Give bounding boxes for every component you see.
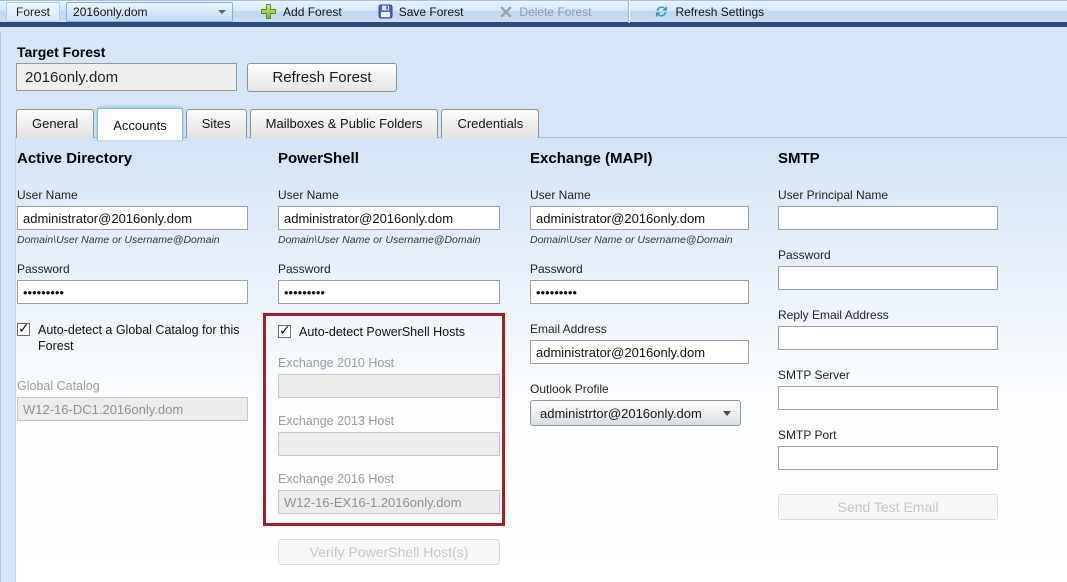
ps-autodetect-checkbox[interactable]: [278, 322, 291, 338]
tab-credentials[interactable]: Credentials: [441, 109, 540, 138]
verify-powershell-hosts-button[interactable]: Verify PowerShell Host(s): [278, 539, 500, 565]
tab-mailboxes-public-folders[interactable]: Mailboxes & Public Folders: [249, 109, 439, 138]
ex-username-label: User Name: [530, 188, 591, 202]
smtp-password-label: Password: [778, 248, 831, 262]
tab-bar: General Accounts Sites Mailboxes & Publi…: [16, 107, 540, 140]
ad-username-hint: Domain\User Name or Username@Domain: [17, 234, 220, 246]
outlook-profile-value: administrtor@2016only.dom: [540, 405, 702, 421]
refresh-icon: [654, 4, 669, 19]
delete-forest-button[interactable]: Delete Forest: [490, 2, 600, 22]
save-forest-label: Save Forest: [398, 4, 464, 19]
chevron-down-icon: [723, 410, 731, 416]
chevron-down-icon: [218, 9, 227, 14]
ex-password-label: Password: [530, 262, 583, 276]
ad-autodetect-gc-row: Auto-detect a Global Catalog for this Fo…: [17, 320, 265, 354]
add-forest-label: Add Forest: [283, 4, 342, 19]
ps-username-label: User Name: [278, 188, 339, 202]
smtp-heading: SMTP: [778, 150, 820, 167]
save-forest-button[interactable]: Save Forest: [369, 1, 473, 22]
exchange-2013-host-label: Exchange 2013 Host: [278, 414, 395, 428]
ex-password-input[interactable]: [530, 280, 749, 304]
active-directory-heading: Active Directory: [17, 150, 133, 167]
smtp-reply-email-input[interactable]: [778, 326, 998, 350]
ad-username-input[interactable]: [17, 206, 248, 230]
global-catalog-input: [17, 397, 248, 421]
ps-username-hint: Domain\User Name or Username@Domain: [278, 234, 481, 246]
refresh-forest-button[interactable]: Refresh Forest: [247, 63, 397, 92]
email-address-input[interactable]: [530, 340, 749, 364]
floppy-save-icon: [378, 4, 393, 19]
outlook-profile-label: Outlook Profile: [530, 382, 609, 396]
toolbar: Forest 2016only.dom Add Forest Save Fore…: [0, 0, 1067, 27]
tab-accounts[interactable]: Accounts: [97, 108, 183, 140]
exchange-2013-host-input: [278, 432, 500, 456]
email-address-label: Email Address: [530, 322, 607, 336]
x-delete-icon: [499, 5, 513, 19]
ex-username-hint: Domain\User Name or Username@Domain: [530, 234, 733, 246]
exchange-2016-host-label: Exchange 2016 Host: [278, 472, 395, 486]
ps-password-input[interactable]: [278, 280, 500, 304]
refresh-settings-button[interactable]: Refresh Settings: [645, 1, 773, 22]
ad-autodetect-gc-label: Auto-detect a Global Catalog for this Fo…: [38, 323, 240, 353]
ad-password-label: Password: [17, 262, 70, 276]
tab-sites[interactable]: Sites: [185, 109, 247, 138]
send-test-email-button[interactable]: Send Test Email: [778, 494, 998, 520]
ex-username-input[interactable]: [530, 206, 749, 230]
smtp-server-input[interactable]: [778, 386, 998, 410]
main-content: Target Forest Refresh Forest General Acc…: [0, 32, 1067, 582]
smtp-port-input[interactable]: [778, 446, 998, 470]
ps-username-input[interactable]: [278, 206, 500, 230]
ad-username-label: User Name: [17, 188, 78, 202]
ps-autodetect-label: Auto-detect PowerShell Hosts: [299, 325, 466, 339]
smtp-upn-label: User Principal Name: [778, 188, 889, 202]
exchange-2016-host-input: [278, 490, 500, 514]
delete-forest-label: Delete Forest: [519, 4, 592, 19]
target-forest-heading: Target Forest: [17, 44, 106, 60]
refresh-settings-label: Refresh Settings: [675, 4, 765, 19]
add-forest-button[interactable]: Add Forest: [251, 0, 351, 23]
smtp-upn-input[interactable]: [778, 206, 998, 230]
ad-autodetect-gc-checkbox[interactable]: [17, 320, 30, 336]
exchange-2010-host-input: [278, 374, 500, 398]
powershell-heading: PowerShell: [278, 150, 359, 167]
powershell-section: PowerShell User Name Domain\User Name or…: [263, 150, 505, 565]
smtp-port-label: SMTP Port: [778, 428, 837, 442]
ps-password-label: Password: [278, 262, 331, 276]
exchange-mapi-section: Exchange (MAPI) User Name Domain\User Na…: [530, 150, 749, 426]
smtp-password-input[interactable]: [778, 266, 998, 290]
smtp-reply-email-label: Reply Email Address: [778, 308, 889, 322]
powershell-hosts-highlight-box: Auto-detect PowerShell Hosts Exchange 20…: [263, 313, 505, 526]
exchange-mapi-heading: Exchange (MAPI): [530, 150, 653, 167]
active-directory-section: Active Directory User Name Domain\User N…: [17, 150, 248, 421]
forest-combobox-value: 2016only.dom: [73, 4, 148, 19]
toolbar-separator: [628, 0, 630, 23]
forest-label: Forest: [6, 1, 61, 22]
ad-password-input[interactable]: [17, 280, 248, 304]
smtp-section: SMTP User Principal Name Password Reply …: [778, 150, 998, 520]
global-catalog-label: Global Catalog: [17, 379, 100, 393]
target-forest-input[interactable]: [16, 63, 237, 91]
forest-combobox[interactable]: 2016only.dom: [66, 1, 234, 22]
exchange-2010-host-label: Exchange 2010 Host: [278, 356, 395, 370]
tab-general[interactable]: General: [16, 109, 95, 138]
plus-icon: [260, 3, 277, 20]
outlook-profile-dropdown[interactable]: administrtor@2016only.dom: [530, 400, 741, 426]
smtp-server-label: SMTP Server: [778, 368, 850, 382]
ps-autodetect-row: Auto-detect PowerShell Hosts: [278, 322, 500, 340]
